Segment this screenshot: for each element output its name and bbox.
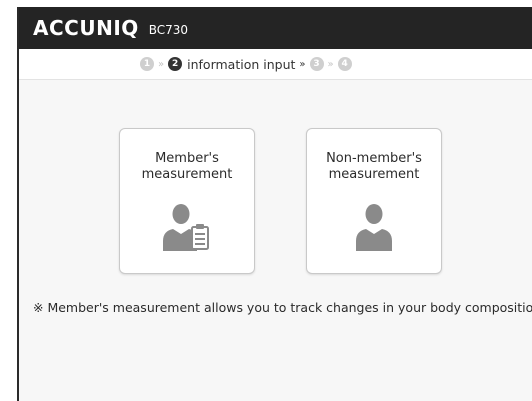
member-measurement-label: Member's measurement [120, 151, 254, 183]
device-screen: ACCUNIQ BC730 1 » 2 information input » … [17, 7, 532, 401]
member-measurement-button[interactable]: Member's measurement [119, 128, 255, 274]
step-separator: » [327, 58, 334, 70]
step-2-label: information input [187, 56, 296, 72]
member-info-note: ※ Member's measurement allows you to tra… [33, 300, 532, 315]
step-3-circle: 3 [309, 57, 324, 71]
step-4-circle: 4 [337, 57, 352, 71]
non-member-measurement-label: Non-member's measurement [307, 151, 441, 183]
step-2-circle: 2 [168, 57, 183, 71]
step-indicator: 1 » 2 information input » 3 » 4 [19, 49, 532, 80]
step-separator: » [299, 58, 306, 70]
non-member-label-line1: Non-member's [326, 151, 422, 166]
non-member-label-line2: measurement [328, 167, 420, 182]
member-clipboard-icon [163, 204, 209, 251]
app-header: ACCUNIQ BC730 [19, 7, 532, 49]
step-1-circle: 1 [140, 57, 154, 71]
model-label: BC730 [148, 22, 189, 37]
brand-logo: ACCUNIQ [33, 16, 139, 40]
member-label-line2: measurement [141, 167, 233, 182]
step-separator: » [158, 58, 165, 70]
member-label-line1: Member's [155, 151, 219, 166]
person-icon [356, 204, 392, 251]
non-member-measurement-button[interactable]: Non-member's measurement [306, 128, 442, 274]
